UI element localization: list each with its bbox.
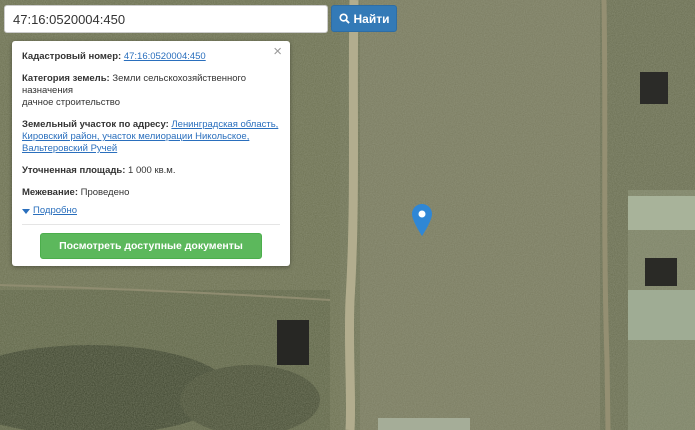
parcel-info-popup: × Кадастровый номер: 47:16:0520004:450 К…	[12, 41, 290, 266]
land-category-label: Категория земель:	[22, 73, 110, 84]
view-documents-button[interactable]: Посмотреть доступные документы	[40, 233, 262, 259]
divider	[22, 224, 280, 225]
close-icon[interactable]: ×	[273, 44, 282, 59]
land-category-row: Категория земель: Земли сельскохозяйстве…	[22, 73, 280, 109]
survey-value: Проведено	[80, 187, 130, 198]
search-button[interactable]: Найти	[331, 5, 397, 32]
dirt-road	[344, 0, 359, 430]
building-roof	[378, 418, 470, 430]
search-button-label: Найти	[353, 11, 390, 26]
triangle-down-icon	[22, 208, 30, 214]
area-row: Уточненная площадь: 1 000 кв.м.	[22, 165, 280, 177]
address-row: Земельный участок по адресу: Ленинградск…	[22, 119, 280, 155]
cadastral-number-row: Кадастровый номер: 47:16:0520004:450	[22, 51, 280, 63]
search-icon	[338, 13, 350, 24]
address-label: Земельный участок по адресу:	[22, 119, 169, 130]
area-value: 1 000 кв.м.	[128, 165, 176, 176]
land-use-value: дачное строительство	[22, 97, 121, 108]
building	[277, 320, 309, 365]
area-label: Уточненная площадь:	[22, 165, 126, 176]
cadastral-number-label: Кадастровый номер:	[22, 51, 122, 62]
map-marker-icon[interactable]	[412, 204, 432, 236]
survey-label: Межевание:	[22, 187, 78, 198]
cadastral-number-link[interactable]: 47:16:0520004:450	[124, 51, 206, 62]
search-input[interactable]	[5, 6, 327, 32]
building-roof	[628, 196, 695, 230]
details-toggle[interactable]: Подробно	[22, 205, 280, 217]
search-field[interactable]	[4, 5, 328, 33]
building	[640, 72, 668, 104]
survey-row: Межевание: Проведено	[22, 187, 280, 199]
building	[645, 258, 677, 286]
details-link[interactable]: Подробно	[33, 205, 77, 217]
